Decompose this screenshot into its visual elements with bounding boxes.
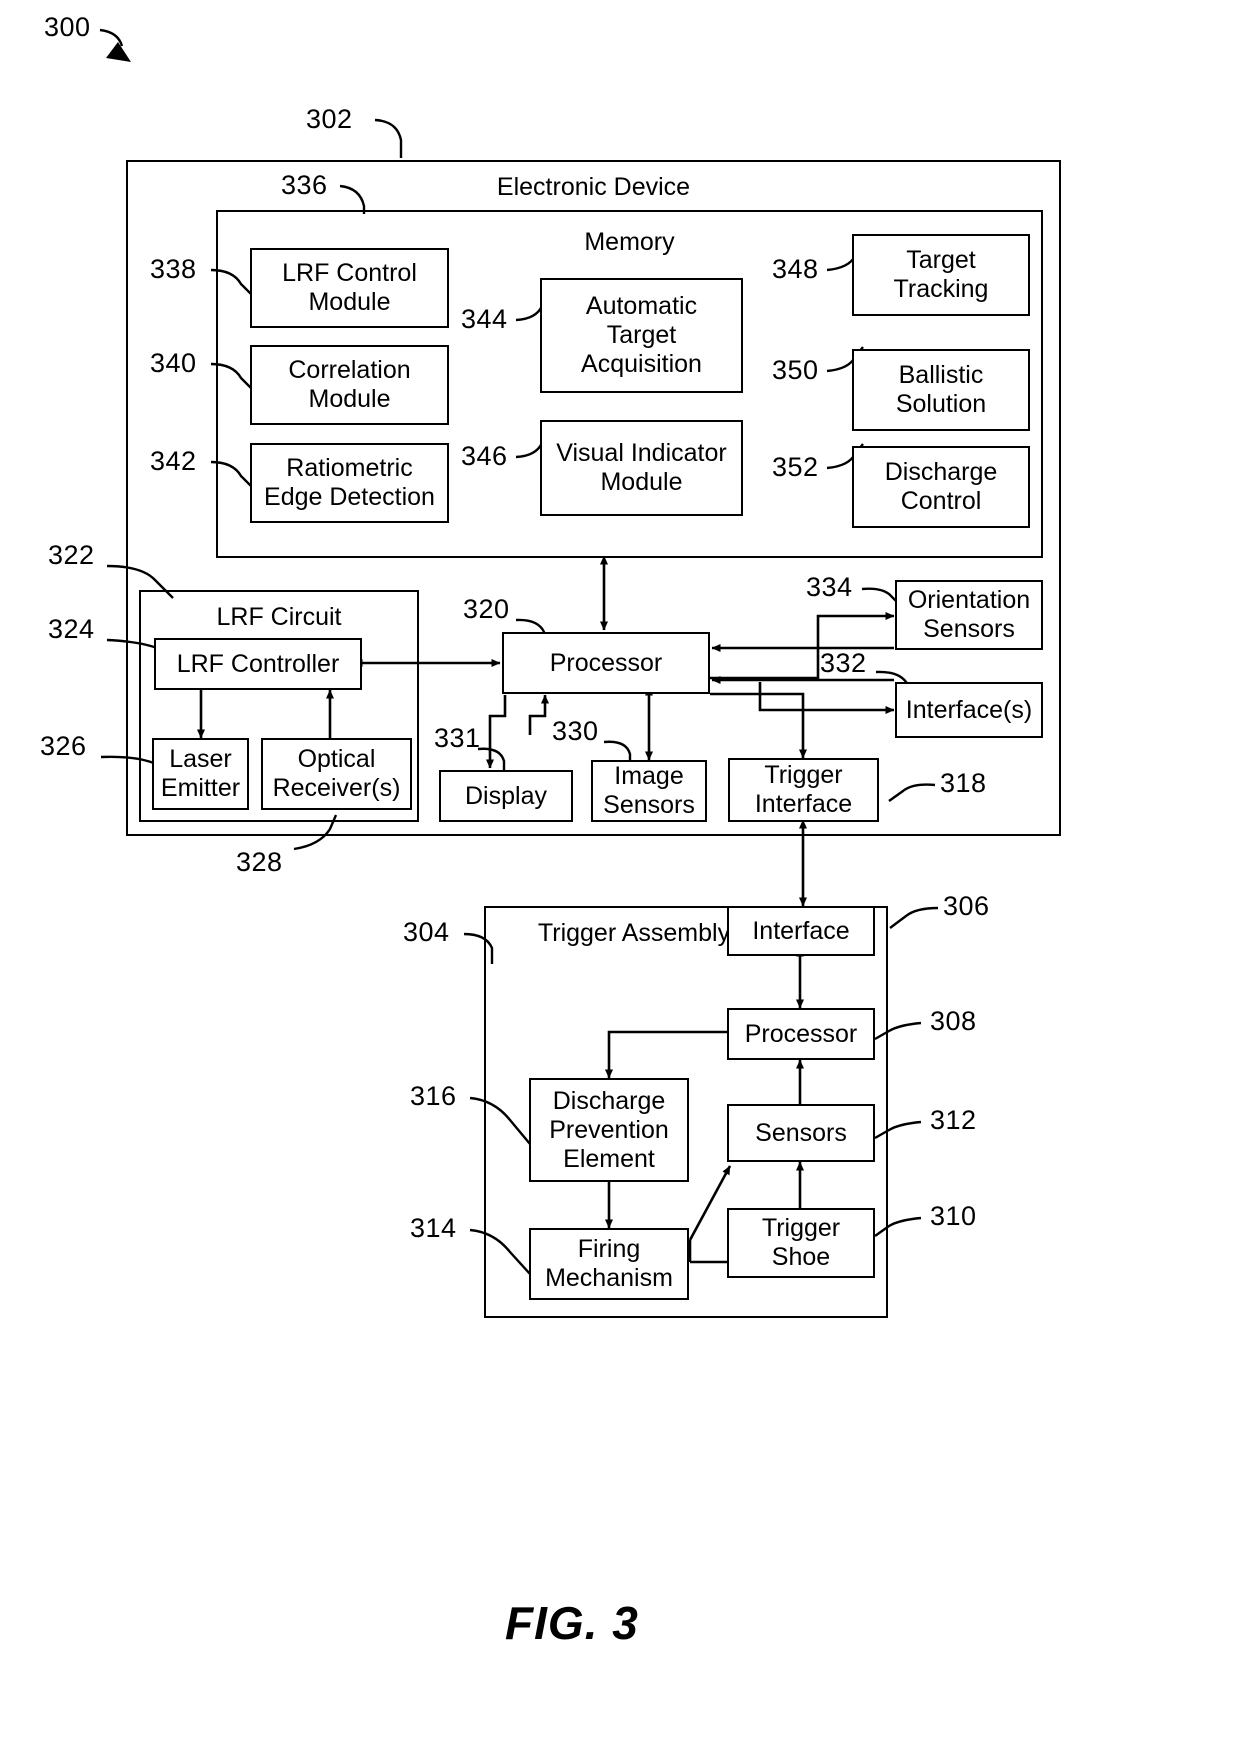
- processor-box[interactable]: Processor: [502, 632, 710, 694]
- ref-308: 308: [930, 1006, 977, 1036]
- memory-module-lrf-control[interactable]: LRF Control Module: [250, 248, 449, 328]
- memory-module-ballistic-solution[interactable]: Ballistic Solution: [852, 349, 1030, 431]
- memory-module-ratiometric-edge-detection[interactable]: Ratiometric Edge Detection: [250, 443, 449, 523]
- memory-module-target-tracking[interactable]: Target Tracking: [852, 234, 1030, 316]
- ref-316: 316: [410, 1081, 457, 1111]
- assembly-processor-box[interactable]: Processor: [727, 1008, 875, 1060]
- ref-324: 324: [48, 614, 95, 644]
- image-sensors-box[interactable]: Image Sensors: [591, 760, 707, 822]
- memory-module-automatic-target-acquisition[interactable]: Automatic Target Acquisition: [540, 278, 743, 393]
- ref-300: 300: [44, 12, 91, 42]
- firing-mechanism-box[interactable]: Firing Mechanism: [529, 1228, 689, 1300]
- lrf-circuit-title: LRF Circuit: [216, 603, 342, 631]
- ref-314: 314: [410, 1213, 457, 1243]
- assembly-sensors-box[interactable]: Sensors: [727, 1104, 875, 1162]
- figure-caption: FIG. 3: [505, 1597, 639, 1649]
- leader-300: [99, 28, 124, 47]
- interfaces-box[interactable]: Interface(s): [895, 682, 1043, 738]
- leader-306: [889, 906, 939, 929]
- ref-312: 312: [930, 1105, 977, 1135]
- display-box[interactable]: Display: [439, 770, 573, 822]
- electronic-device-title: Electronic Device: [496, 173, 691, 201]
- ref-302: 302: [306, 104, 353, 134]
- memory-module-visual-indicator[interactable]: Visual Indicator Module: [540, 420, 743, 516]
- trigger-interface-box[interactable]: Trigger Interface: [728, 758, 879, 822]
- memory-module-discharge-control[interactable]: Discharge Control: [852, 446, 1030, 528]
- ref-328: 328: [236, 847, 283, 877]
- discharge-prevention-element-box[interactable]: Discharge Prevention Element: [529, 1078, 689, 1182]
- ref-304: 304: [403, 917, 450, 947]
- leader-302: [374, 118, 403, 158]
- patent-figure-page: 300 302 336 338 340 342 344 346 348 350 …: [0, 0, 1240, 1738]
- orientation-sensors-box[interactable]: Orientation Sensors: [895, 580, 1043, 650]
- assembly-interface-box[interactable]: Interface: [727, 906, 875, 956]
- memory-module-correlation[interactable]: Correlation Module: [250, 345, 449, 425]
- ref-322: 322: [48, 540, 95, 570]
- ref-306: 306: [943, 891, 990, 921]
- optical-receiver-box[interactable]: Optical Receiver(s): [261, 738, 412, 810]
- ref-310: 310: [930, 1201, 977, 1231]
- trigger-shoe-box[interactable]: Trigger Shoe: [727, 1208, 875, 1278]
- laser-emitter-box[interactable]: Laser Emitter: [152, 738, 249, 810]
- lrf-controller-box[interactable]: LRF Controller: [154, 638, 362, 690]
- ref-326: 326: [40, 731, 87, 761]
